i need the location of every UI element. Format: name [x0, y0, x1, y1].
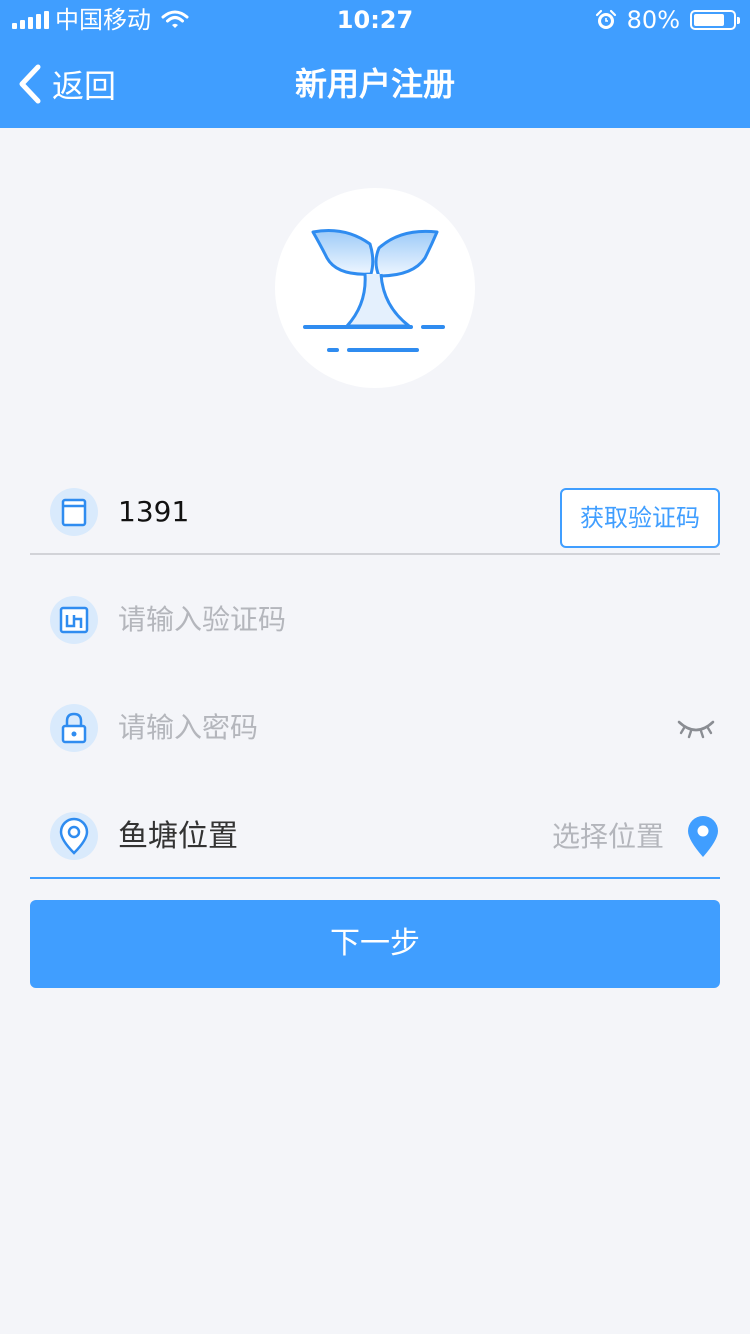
- battery-icon: [690, 10, 740, 30]
- status-right: 80%: [595, 0, 740, 40]
- battery-percent: 80%: [626, 6, 680, 34]
- alarm-icon: [595, 9, 616, 29]
- status-bar: 中国移动 10:27 80%: [0, 0, 750, 40]
- top-bar: 中国移动 10:27 80% 返回 新用户注册: [0, 0, 750, 128]
- eye-closed-icon[interactable]: [676, 712, 716, 742]
- location-divider: [30, 877, 720, 879]
- phone-input[interactable]: 1391: [118, 492, 189, 532]
- sprout-logo: [303, 229, 445, 352]
- page-title: 新用户注册: [294, 65, 455, 103]
- next-button[interactable]: 下一步: [30, 900, 720, 988]
- location-label: 鱼塘位置: [118, 819, 238, 854]
- lock-icon: [50, 704, 98, 752]
- verification-code-icon: [50, 596, 98, 644]
- nav-bar: 返回 新用户注册: [0, 40, 750, 128]
- phone-icon: [50, 488, 98, 536]
- password-input[interactable]: 请输入密码: [118, 708, 258, 748]
- get-code-button[interactable]: 获取验证码: [560, 488, 720, 548]
- phone-divider: [30, 553, 720, 555]
- location-icon: [50, 812, 98, 860]
- code-input[interactable]: 请输入验证码: [118, 600, 286, 640]
- map-pin-icon[interactable]: [686, 816, 720, 858]
- battery-nub: [737, 17, 740, 24]
- select-location-link[interactable]: 选择位置: [552, 817, 664, 857]
- app-logo: [275, 188, 475, 388]
- battery-fill: [694, 14, 725, 26]
